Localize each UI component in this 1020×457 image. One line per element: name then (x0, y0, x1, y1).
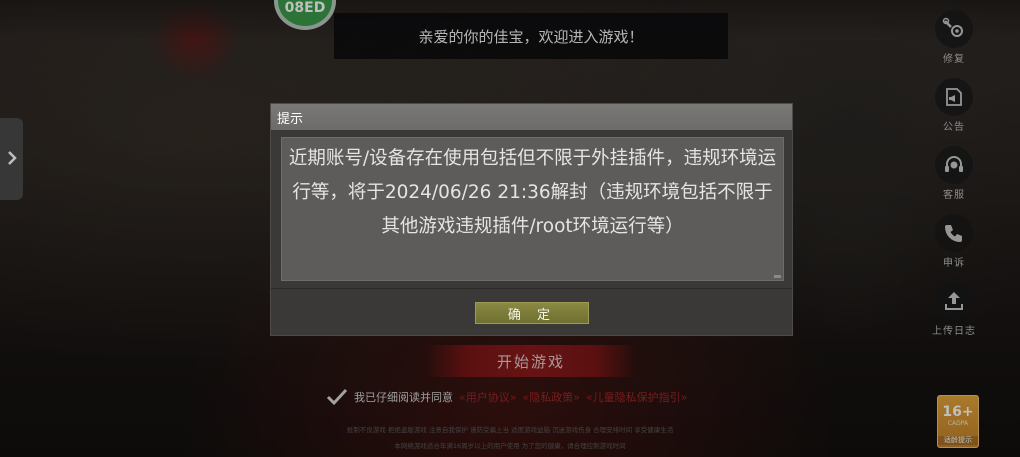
ban-notice-dialog: 提示 近期账号/设备存在使用包括但不限于外挂插件，违规环境运行等，将于2024/… (270, 103, 793, 336)
dialog-message-box: 近期账号/设备存在使用包括但不限于外挂插件，违规环境运行等，将于2024/06/… (281, 137, 784, 281)
scroll-corner (774, 275, 781, 278)
dialog-message: 近期账号/设备存在使用包括但不限于外挂插件，违规环境运行等，将于2024/06/… (288, 148, 777, 237)
confirm-button[interactable]: 确 定 (475, 302, 589, 324)
dialog-header: 提示 (271, 104, 792, 130)
dialog-divider (271, 288, 792, 289)
dialog-title: 提示 (277, 111, 304, 127)
